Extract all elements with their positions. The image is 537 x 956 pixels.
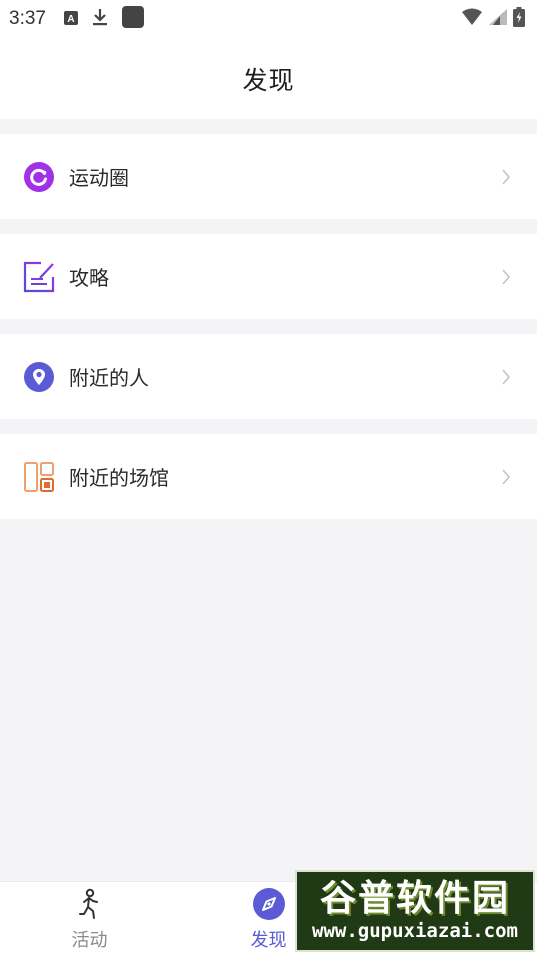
menu-item-guide[interactable]: 攻略 bbox=[0, 234, 537, 319]
battery-charging-icon bbox=[513, 7, 525, 31]
running-person-icon bbox=[72, 886, 108, 922]
watermark-logo-text: 谷普软件园 bbox=[319, 878, 510, 919]
location-pin-icon bbox=[23, 361, 55, 393]
watermark-url: www.gupuxiazai.com bbox=[312, 920, 518, 942]
svg-text:A: A bbox=[67, 14, 74, 25]
signal-icon bbox=[488, 8, 508, 30]
status-time: 3:37 bbox=[9, 8, 46, 29]
chevron-right-icon bbox=[499, 367, 513, 387]
page-title: 发现 bbox=[242, 65, 295, 95]
tab-activity[interactable]: 活动 bbox=[0, 882, 179, 956]
sport-circle-icon bbox=[23, 161, 55, 193]
watermark-logo: 谷普软件园 www.gupuxiazai.com bbox=[295, 870, 535, 952]
guide-edit-icon bbox=[23, 261, 55, 293]
compass-icon bbox=[251, 886, 287, 922]
app-square-icon bbox=[121, 6, 144, 32]
menu-item-nearby-people[interactable]: 附近的人 bbox=[0, 334, 537, 419]
status-system-icons bbox=[461, 7, 525, 31]
tab-label: 活动 bbox=[71, 930, 108, 951]
status-bar: 3:37 A bbox=[0, 0, 537, 38]
menu-item-label: 附近的场馆 bbox=[69, 466, 169, 490]
chevron-right-icon bbox=[499, 267, 513, 287]
tab-label: 发现 bbox=[250, 930, 287, 951]
menu-item-label: 攻略 bbox=[69, 266, 109, 290]
status-notification-icons: A bbox=[63, 6, 144, 32]
discover-menu: 运动圈 攻略 附近的人 附近的场馆 bbox=[0, 134, 537, 534]
header: 发现 bbox=[0, 38, 537, 119]
menu-item-nearby-venues[interactable]: 附近的场馆 bbox=[0, 434, 537, 519]
download-icon bbox=[92, 8, 108, 30]
wifi-icon bbox=[461, 8, 483, 30]
chevron-right-icon bbox=[499, 467, 513, 487]
menu-item-sport-circle[interactable]: 运动圈 bbox=[0, 134, 537, 219]
venue-layout-icon bbox=[23, 461, 55, 493]
menu-item-label: 附近的人 bbox=[69, 366, 149, 390]
chevron-right-icon bbox=[499, 167, 513, 187]
menu-item-label: 运动圈 bbox=[69, 166, 129, 190]
a-box-icon: A bbox=[63, 10, 78, 29]
